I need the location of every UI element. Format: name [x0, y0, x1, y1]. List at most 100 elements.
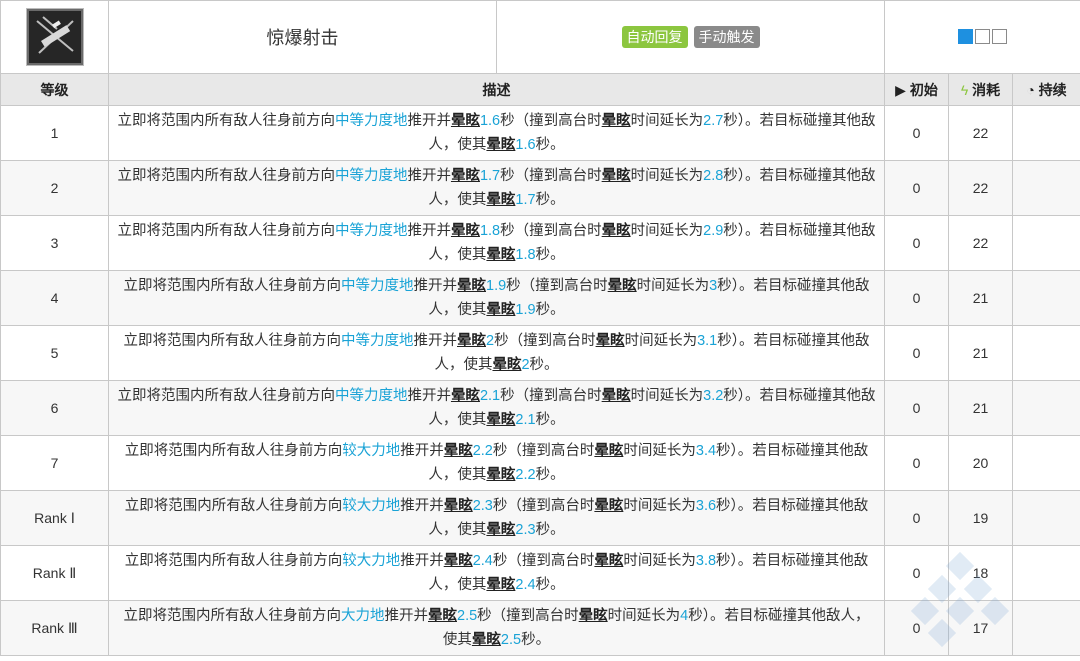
desc-text: 秒。	[535, 522, 565, 538]
extended-stun-value: 3.8	[695, 553, 717, 569]
force-value: 中等力度地	[334, 168, 408, 184]
level-cell: Rank Ⅲ	[0, 600, 109, 656]
extended-stun-value: 3.1	[697, 333, 718, 349]
stun-keyword[interactable]: 晕眩	[602, 113, 631, 129]
description-cell: 立即将范围内所有敌人往身前方向中等力度地推开并晕眩1.8秒（撞到高台时晕眩时间延…	[108, 215, 885, 271]
level-cell: Rank Ⅱ	[0, 545, 109, 601]
stun-keyword[interactable]: 晕眩	[444, 553, 473, 569]
level-box-filled	[958, 29, 973, 45]
desc-text: 秒。	[535, 302, 565, 318]
description-cell: 立即将范围内所有敌人往身前方向中等力度地推开并晕眩1.9秒（撞到高台时晕眩时间延…	[108, 270, 885, 326]
stun-keyword[interactable]: 晕眩	[457, 333, 486, 349]
stun-keyword[interactable]: 晕眩	[451, 168, 480, 184]
level-box-empty	[992, 29, 1007, 45]
desc-text: 立即将范围内所有敌人往身前方向	[124, 443, 343, 459]
duration-cell	[1011, 215, 1080, 271]
stun-duration-value: 2.5	[457, 608, 478, 624]
desc-text: 立即将范围内所有敌人往身前方向	[117, 223, 335, 239]
stun-keyword[interactable]: 晕眩	[602, 223, 631, 239]
desc-text: 时间延长为	[624, 333, 698, 349]
duration-cell	[1011, 545, 1080, 601]
desc-text: 推开并	[407, 388, 451, 404]
stun-keyword[interactable]: 晕眩	[451, 388, 480, 404]
stun-duration-value: 2.2	[472, 443, 493, 459]
stun-keyword[interactable]: 晕眩	[486, 522, 515, 538]
stun-keyword[interactable]: 晕眩	[594, 498, 623, 514]
stun-duration-value: 2.1	[479, 388, 501, 404]
extended-stun-value: 3.6	[695, 498, 717, 514]
desc-text: 时间延长为	[607, 608, 681, 624]
stun-keyword[interactable]: 晕眩	[451, 113, 480, 129]
stun-keyword[interactable]: 晕眩	[492, 357, 521, 373]
force-value: 大力地	[341, 608, 385, 624]
stun-keyword[interactable]: 晕眩	[486, 577, 515, 593]
initial-cell: 0	[884, 600, 949, 656]
desc-text: 推开并	[413, 278, 458, 294]
stun-keyword[interactable]: 晕眩	[579, 608, 608, 624]
duration-header-label: 持续	[1038, 81, 1067, 98]
desc-text: 时间延长为	[630, 223, 704, 239]
initial-cell: 0	[884, 380, 949, 436]
stun-keyword[interactable]: 晕眩	[444, 443, 473, 459]
desc-text: 秒。	[535, 412, 565, 428]
desc-text: 推开并	[407, 223, 451, 239]
desc-text: 秒。	[521, 632, 551, 648]
cost-cell: 22	[948, 105, 1013, 161]
force-value: 中等力度地	[334, 388, 408, 404]
stun-keyword[interactable]: 晕眩	[486, 467, 515, 483]
stun-keyword[interactable]: 晕眩	[451, 223, 480, 239]
desc-text: 秒（撞到高台时	[492, 443, 595, 459]
description-cell: 立即将范围内所有敌人往身前方向大力地推开并晕眩2.5秒（撞到高台时晕眩时间延长为…	[108, 600, 885, 656]
table-row: 1 立即将范围内所有敌人往身前方向中等力度地推开并晕眩1.6秒（撞到高台时晕眩时间…	[0, 105, 1080, 161]
stun-keyword[interactable]: 晕眩	[486, 302, 515, 318]
collision-stun-value: 2.5	[500, 632, 522, 648]
skill-name: 惊爆射击	[108, 0, 497, 74]
stun-keyword[interactable]: 晕眩	[486, 247, 515, 263]
duration-cell	[1011, 435, 1080, 491]
stun-keyword[interactable]: 晕眩	[594, 553, 623, 569]
desc-text: 推开并	[407, 168, 451, 184]
description-cell: 立即将范围内所有敌人往身前方向较大力地推开并晕眩2.4秒（撞到高台时晕眩时间延长…	[108, 545, 885, 601]
stun-keyword[interactable]: 晕眩	[602, 388, 631, 404]
desc-text: 推开并	[400, 498, 444, 514]
description-cell: 立即将范围内所有敌人往身前方向中等力度地推开并晕眩2秒（撞到高台时晕眩时间延长为…	[108, 325, 885, 381]
play-icon: ▶	[895, 81, 906, 98]
cost-cell: 21	[948, 270, 1013, 326]
force-value: 中等力度地	[334, 113, 408, 129]
cost-cell: 22	[948, 160, 1013, 216]
stun-duration-value: 1.7	[479, 168, 501, 184]
extended-stun-value: 2.7	[703, 113, 724, 129]
desc-text: 秒（撞到高台时	[494, 333, 596, 349]
stun-keyword[interactable]: 晕眩	[594, 443, 623, 459]
desc-text: 立即将范围内所有敌人往身前方向	[123, 278, 342, 294]
desc-text: 秒。	[535, 137, 565, 153]
stun-keyword[interactable]: 晕眩	[444, 498, 473, 514]
force-value: 中等力度地	[334, 223, 408, 239]
duration-cell	[1011, 490, 1080, 546]
extended-stun-value: 2.8	[703, 168, 724, 184]
force-value: 较大力地	[342, 553, 401, 569]
collision-stun-value: 2.2	[515, 467, 536, 483]
stun-keyword[interactable]: 晕眩	[602, 168, 631, 184]
level-cell: 1	[0, 105, 109, 161]
collision-stun-value: 2.3	[515, 522, 536, 538]
stun-keyword[interactable]: 晕眩	[428, 608, 457, 624]
stun-duration-value: 1.6	[479, 113, 501, 129]
table-row: 4 立即将范围内所有敌人往身前方向中等力度地推开并晕眩1.9秒（撞到高台时晕眩时间…	[0, 270, 1080, 326]
skill-header-row: 惊爆射击 自动回复 手动触发	[0, 0, 1080, 74]
stun-keyword[interactable]: 晕眩	[486, 412, 515, 428]
manual-trigger-tag: 手动触发	[693, 26, 760, 48]
stun-keyword[interactable]: 晕眩	[486, 192, 515, 208]
stun-keyword[interactable]: 晕眩	[486, 137, 515, 153]
initial-cell: 0	[884, 490, 949, 546]
stun-keyword[interactable]: 晕眩	[596, 333, 625, 349]
stun-keyword[interactable]: 晕眩	[457, 278, 486, 294]
duration-cell	[1011, 105, 1080, 161]
skill-table: 惊爆射击 自动回复 手动触发 等级 描述 ▶ 初始 ϟ 消耗 ◔ 持续 1 立即将范…	[0, 0, 1080, 656]
stun-keyword[interactable]: 晕眩	[608, 278, 637, 294]
stun-duration-value: 2.3	[472, 498, 493, 514]
stun-keyword[interactable]: 晕眩	[472, 632, 501, 648]
cost-header: ϟ 消耗	[948, 73, 1013, 106]
extended-stun-value: 3.2	[703, 388, 724, 404]
force-value: 较大力地	[342, 498, 401, 514]
